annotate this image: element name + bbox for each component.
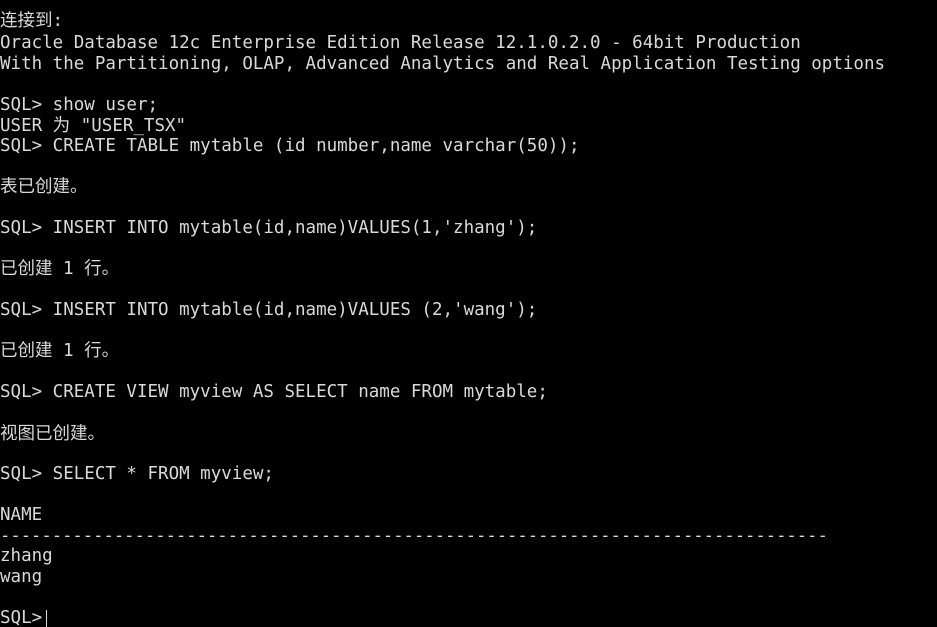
result-row: wang [0,567,43,587]
output-line: 已创建 1 行。 [0,259,120,279]
connected-label: 连接到: [0,11,64,31]
output-line: 视图已创建。 [0,424,105,444]
output-line: 已创建 1 行。 [0,341,120,361]
command-line: SQL> INSERT INTO mytable(id,name)VALUES … [0,300,538,320]
result-row: zhang [0,546,53,566]
command-line: SQL> SELECT * FROM myview; [0,464,274,484]
result-separator: ----------------------------------------… [0,526,828,546]
command-line: SQL> CREATE VIEW myview AS SELECT name F… [0,382,548,402]
banner-line: Oracle Database 12c Enterprise Edition R… [0,33,801,53]
banner-line: With the Partitioning, OLAP, Advanced An… [0,54,886,74]
text-cursor [46,609,48,627]
terminal-window[interactable]: 连接到: Oracle Database 12c Enterprise Edit… [0,0,937,627]
command-line: SQL> INSERT INTO mytable(id,name)VALUES(… [0,218,538,238]
result-column-header: NAME [0,505,43,525]
output-line: USER 为 "USER_TSX" [0,116,187,136]
input-prompt[interactable]: SQL> [0,608,48,627]
output-line: 表已创建。 [0,177,88,197]
command-line: SQL> show user; [0,95,159,115]
prompt-label: SQL> [0,608,43,627]
command-line: SQL> CREATE TABLE mytable (id number,nam… [0,136,580,156]
